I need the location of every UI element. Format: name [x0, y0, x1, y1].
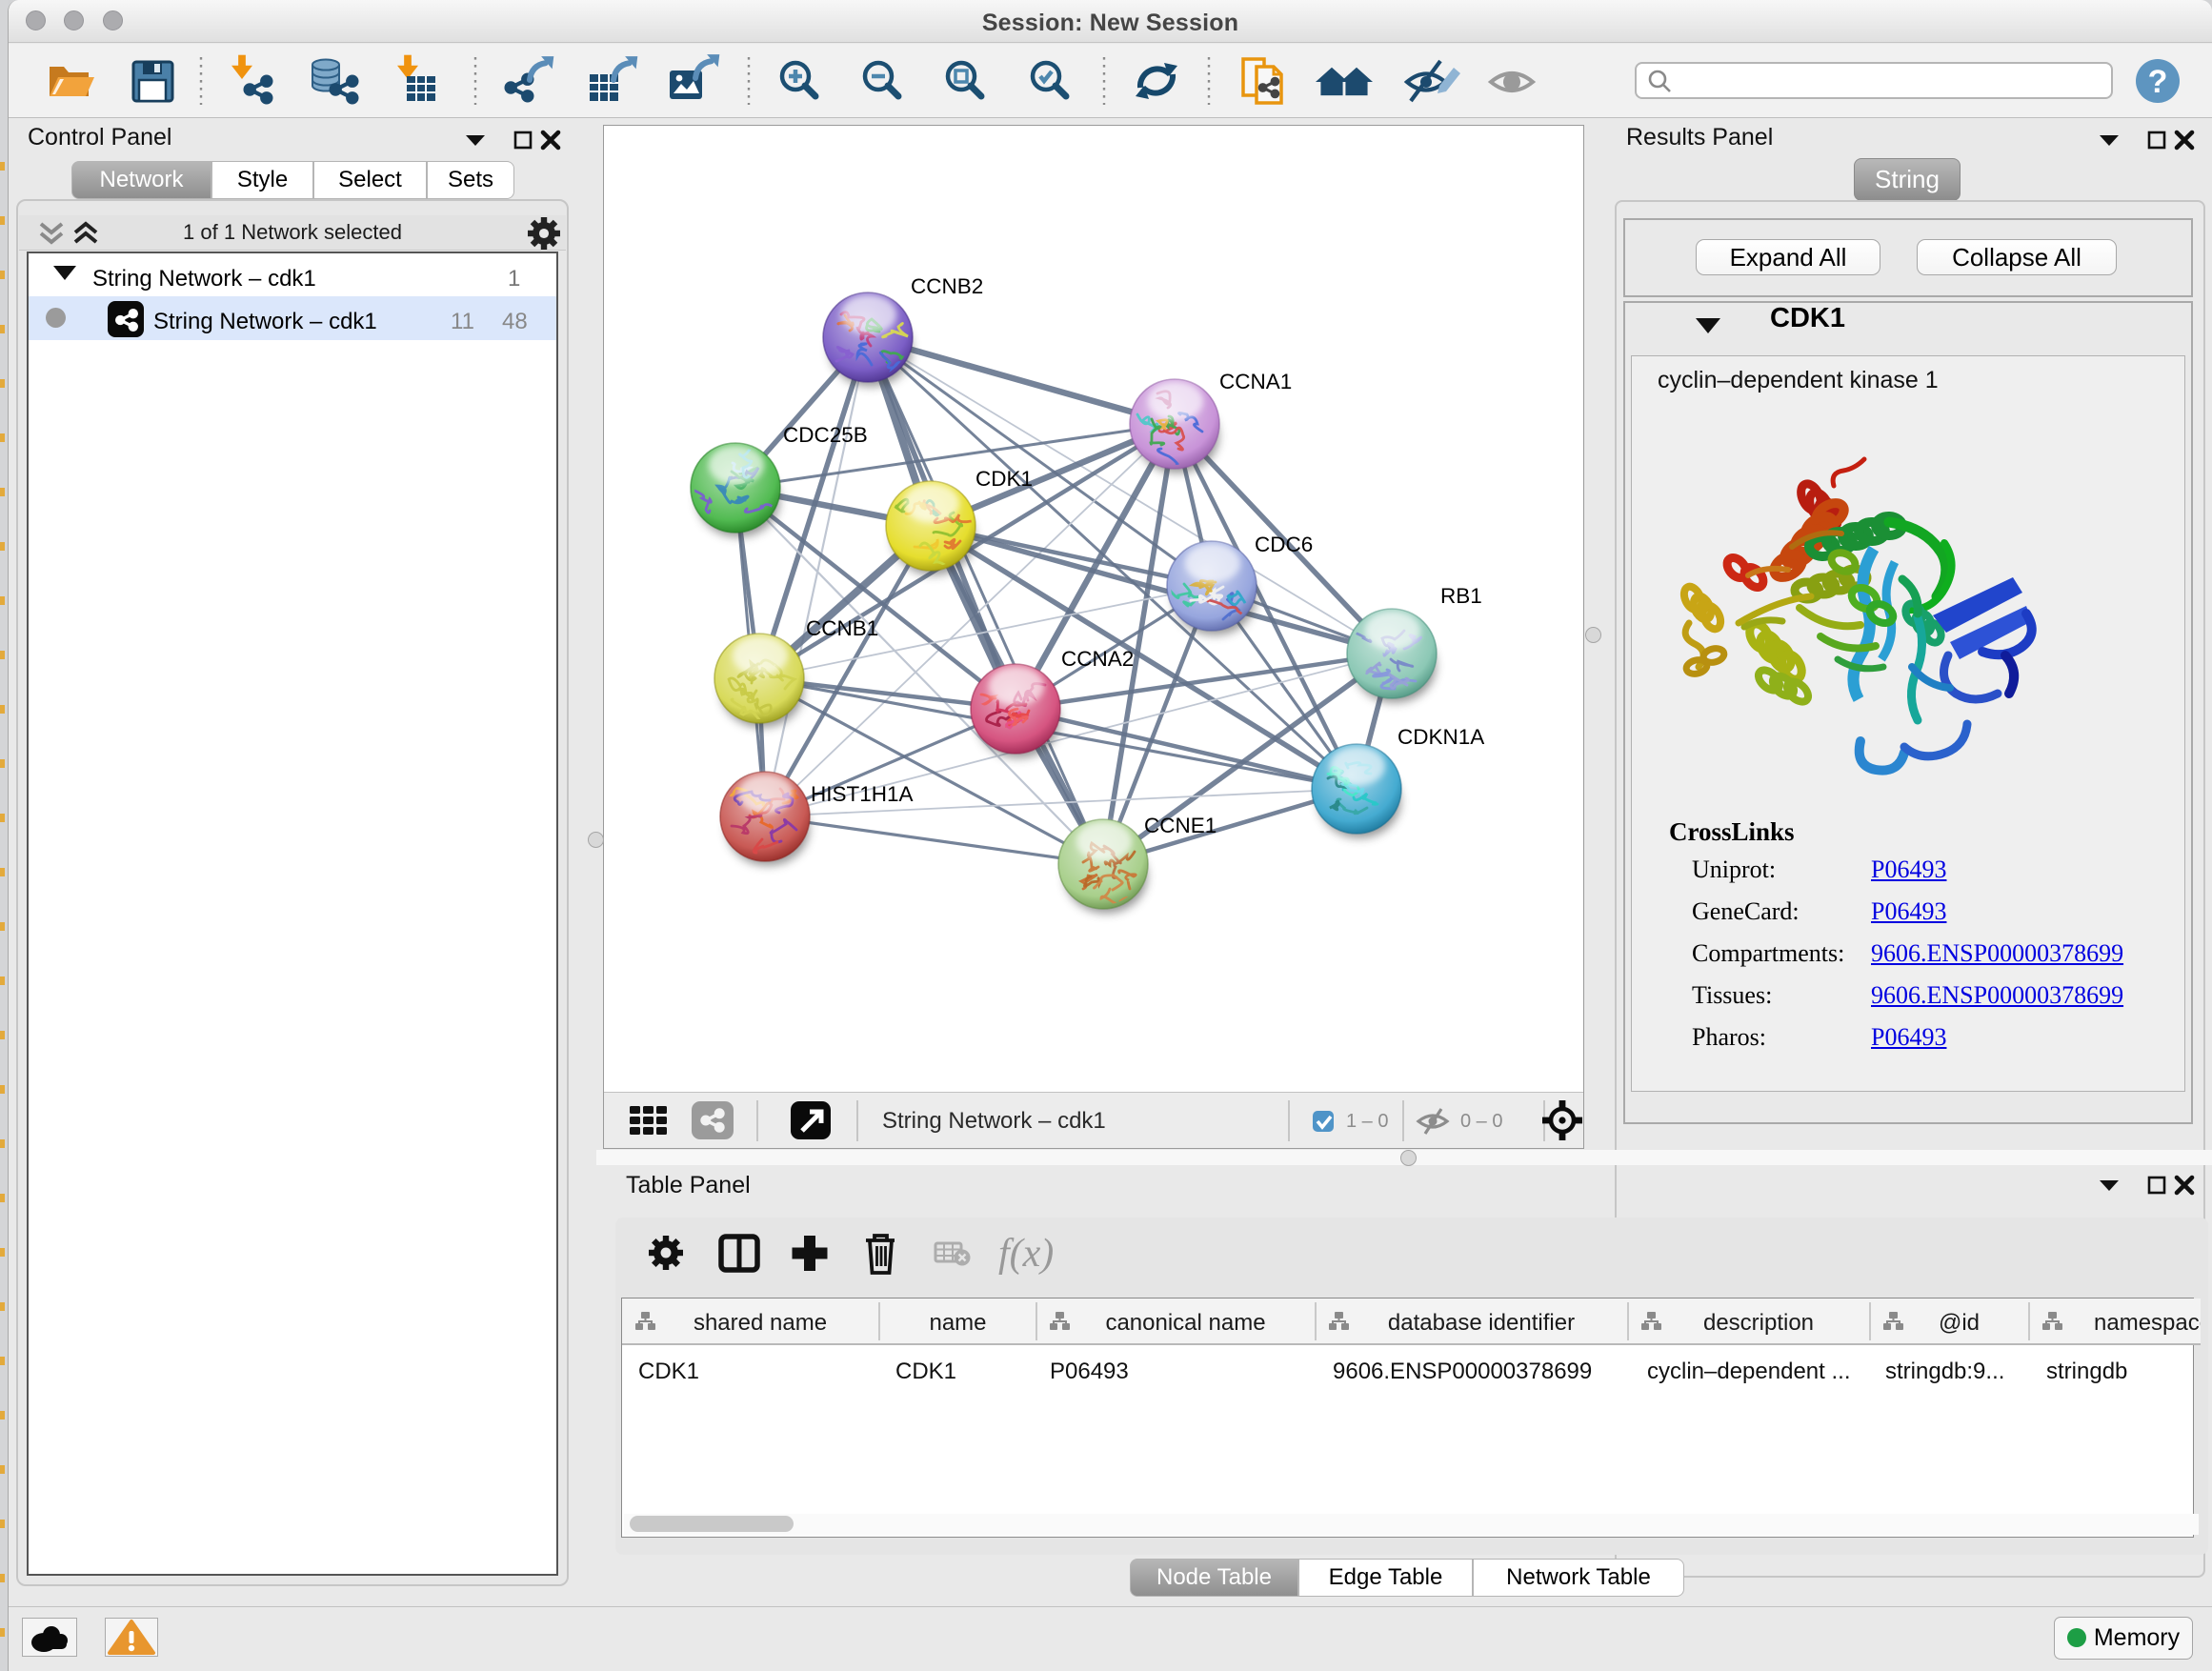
svg-text:CDC6: CDC6 [1255, 533, 1313, 556]
svg-text:CDK1: CDK1 [975, 467, 1033, 491]
svg-text:database identifier: database identifier [1388, 1310, 1575, 1336]
svg-text:@id: @id [1939, 1310, 1980, 1336]
svg-text:?: ? [2148, 64, 2168, 100]
svg-text:CCNA1: CCNA1 [1219, 370, 1292, 393]
svg-text:HIST1H1A: HIST1H1A [811, 782, 914, 806]
svg-text:CCNE1: CCNE1 [1144, 814, 1217, 837]
svg-text:stringdb: stringdb [2046, 1359, 2127, 1384]
svg-text:name: name [929, 1310, 986, 1336]
svg-text:CDK1: CDK1 [638, 1359, 699, 1384]
svg-text:0 – 0: 0 – 0 [1460, 1111, 1502, 1132]
svg-text:stringdb:9...: stringdb:9... [1885, 1359, 2004, 1384]
svg-text:description: description [1703, 1310, 1814, 1336]
svg-text:cyclin–dependent ...: cyclin–dependent ... [1647, 1359, 1850, 1384]
svg-text:1 – 0: 1 – 0 [1346, 1111, 1388, 1132]
svg-text:P06493: P06493 [1050, 1359, 1129, 1384]
svg-text:f(x): f(x) [998, 1232, 1054, 1276]
svg-text:CCNA2: CCNA2 [1061, 647, 1134, 671]
svg-text:CDC25B: CDC25B [783, 423, 868, 447]
svg-text:CCNB2: CCNB2 [911, 274, 983, 298]
svg-text:CCNB1: CCNB1 [806, 616, 878, 640]
svg-text:shared name: shared name [694, 1310, 827, 1336]
svg-text:RB1: RB1 [1440, 584, 1482, 608]
svg-text:CDKN1A: CDKN1A [1398, 725, 1484, 749]
svg-text:canonical name: canonical name [1105, 1310, 1265, 1336]
svg-text:9606.ENSP00000378699: 9606.ENSP00000378699 [1333, 1359, 1592, 1384]
svg-text:namespace: namespace [2094, 1310, 2201, 1336]
svg-text:CDK1: CDK1 [895, 1359, 956, 1384]
svg-text:String Network – cdk1: String Network – cdk1 [882, 1108, 1106, 1134]
